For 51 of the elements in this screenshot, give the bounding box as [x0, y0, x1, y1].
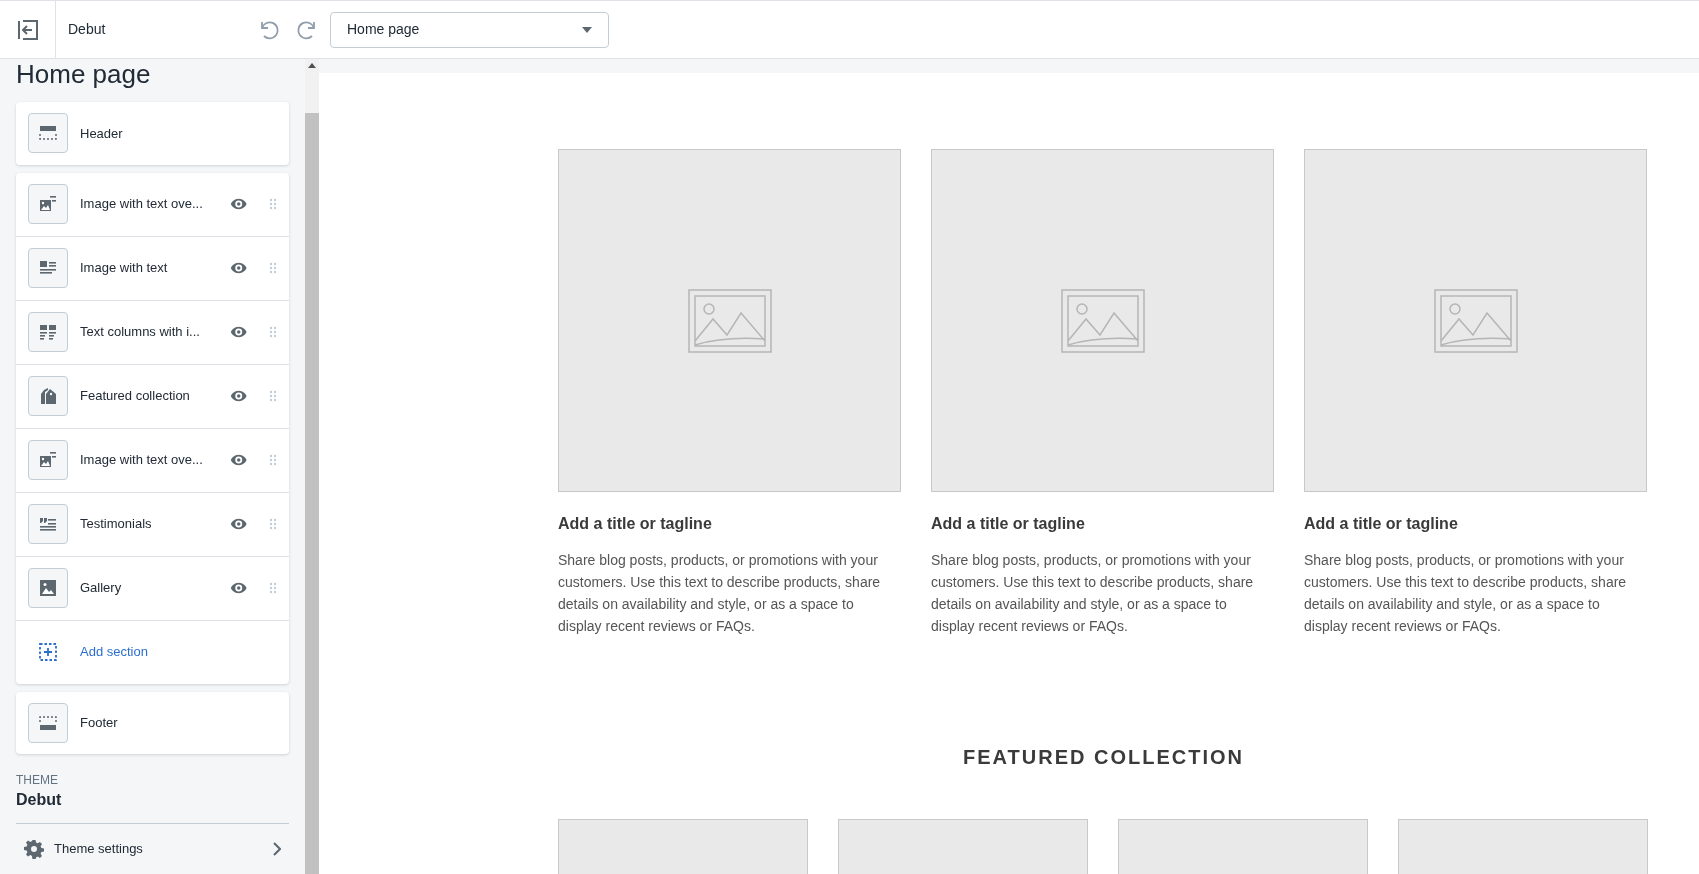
- column-title: Add a title or tagline: [558, 514, 713, 534]
- drag-handle-icon[interactable]: [269, 518, 277, 531]
- add-icon: [38, 642, 58, 663]
- theme-caption: THEME: [16, 772, 59, 790]
- section-row[interactable]: Gallery: [16, 556, 289, 621]
- page-select[interactable]: Home page: [330, 11, 609, 48]
- column-title: Add a title or tagline: [931, 514, 1086, 534]
- section-row[interactable]: Image with text ove...: [16, 428, 289, 493]
- section-label: Header: [80, 124, 123, 143]
- section-row[interactable]: Image with text: [16, 236, 289, 301]
- add-section-button[interactable]: Add section: [16, 620, 289, 684]
- section-label: Text columns with i...: [80, 323, 201, 342]
- theme-settings-button[interactable]: Theme settings: [16, 823, 289, 874]
- columns-icon: [38, 322, 58, 343]
- column-text: Share blog posts, products, or promotions with your customers. Use this text to describe products, share details on availability and style, or as a space to display recent reviews or FAQs.: [1304, 551, 1628, 636]
- drag-handle-icon[interactable]: [269, 390, 277, 403]
- column-title: Add a title or tagline: [1304, 514, 1459, 534]
- drag-handle-icon[interactable]: [269, 326, 277, 339]
- placeholder-image-icon: [1060, 288, 1145, 353]
- section-row[interactable]: Text columns with i...: [16, 300, 289, 365]
- section-row[interactable]: Featured collection: [16, 364, 289, 429]
- drag-handle-icon[interactable]: [269, 454, 277, 467]
- scroll-up-icon[interactable]: [308, 63, 316, 68]
- placeholder-image-icon: [1433, 288, 1518, 353]
- theme-name: Debut: [68, 20, 107, 39]
- image-icon: [38, 578, 58, 599]
- caret-icon: [582, 26, 592, 33]
- section-label: Testimonials: [80, 515, 153, 534]
- page-title: Home page: [16, 59, 152, 89]
- section-label: Image with text: [80, 259, 169, 278]
- header-card[interactable]: Header: [16, 102, 289, 165]
- drag-handle-icon[interactable]: [269, 198, 277, 211]
- chevron-right-icon: [273, 842, 281, 857]
- section-label: Featured collection: [80, 387, 191, 406]
- section-label: Image with text ove...: [80, 195, 204, 214]
- column-text: Share blog posts, products, or promotions with your customers. Use this text to describe products, share details on availability and style, or as a space to display recent reviews or FAQs.: [931, 551, 1255, 636]
- exit-icon: [16, 19, 39, 40]
- theme-title: Debut: [16, 790, 63, 811]
- section-label: Gallery: [80, 579, 123, 598]
- tag-icon: [38, 386, 58, 407]
- section-row[interactable]: Image with text ove...: [16, 172, 289, 237]
- drag-handle-icon[interactable]: [269, 262, 277, 275]
- footer-card[interactable]: Footer: [16, 691, 289, 755]
- section-row[interactable]: Testimonials: [16, 492, 289, 557]
- column-text: Share blog posts, products, or promotions with your customers. Use this text to describe products, share details on availability and style, or as a space to display recent reviews or FAQs.: [558, 551, 882, 636]
- section-label: Image with text ove...: [80, 451, 204, 470]
- featured-heading: FEATURED COLLECTION: [962, 745, 1245, 770]
- section-label: Footer: [80, 714, 118, 733]
- settings-icon: [24, 839, 44, 860]
- drag-handle-icon[interactable]: [269, 582, 277, 595]
- placeholder-image-icon: [687, 288, 772, 353]
